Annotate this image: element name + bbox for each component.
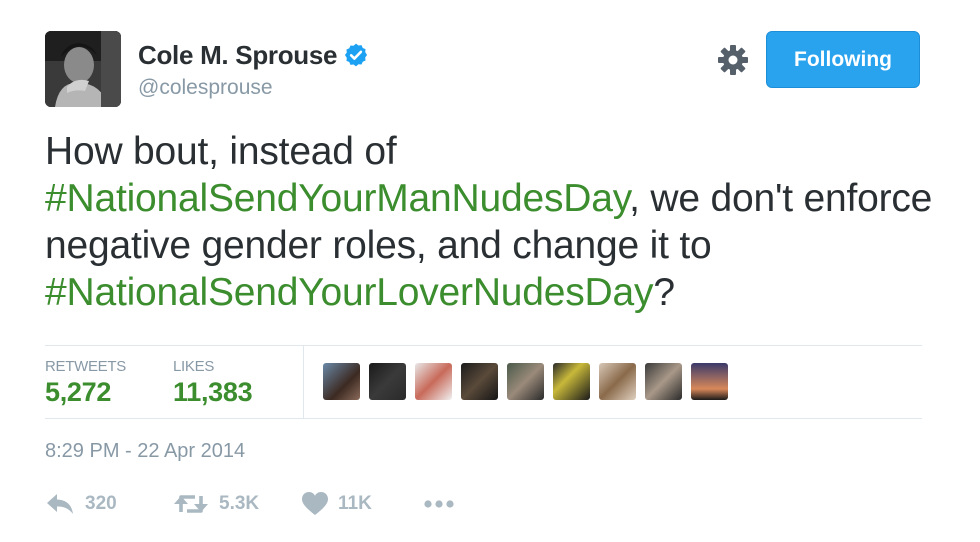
- avatar-image: [45, 31, 121, 107]
- retweet-button[interactable]: 5.3K: [173, 486, 259, 522]
- liker-avatar[interactable]: [691, 363, 728, 400]
- reply-icon: [47, 494, 73, 514]
- tweet-card: Cole M. Sprouse @colesprouse Following H…: [0, 0, 980, 542]
- like-button[interactable]: 11K: [302, 486, 372, 522]
- retweets-label: RETWEETS: [45, 358, 126, 375]
- following-button[interactable]: Following: [766, 31, 920, 88]
- like-count: 11K: [338, 493, 372, 514]
- liker-avatar[interactable]: [461, 363, 498, 400]
- liker-avatar[interactable]: [415, 363, 452, 400]
- tweet-text-part: ?: [653, 271, 675, 314]
- hashtag-link[interactable]: #NationalSendYourManNudesDay: [45, 177, 629, 220]
- reply-count: 320: [85, 493, 117, 514]
- more-icon: [424, 500, 454, 508]
- retweet-count: 5.3K: [219, 493, 260, 514]
- display-name[interactable]: Cole M. Sprouse: [138, 40, 369, 71]
- hashtag-link[interactable]: #NationalSendYourLoverNudesDay: [45, 271, 654, 314]
- divider: [45, 418, 922, 419]
- more-button[interactable]: [423, 486, 455, 522]
- retweets-count: 5,272: [45, 377, 112, 407]
- tweet-text-part: How bout, instead of: [45, 130, 397, 173]
- liker-avatar[interactable]: [507, 363, 544, 400]
- verified-badge-icon: [345, 43, 368, 67]
- liker-avatar[interactable]: [369, 363, 406, 400]
- heart-icon: [302, 492, 328, 515]
- divider: [303, 346, 304, 418]
- display-name-text: Cole M. Sprouse: [138, 40, 338, 70]
- liker-avatar[interactable]: [645, 363, 682, 400]
- liker-avatars: [323, 363, 728, 400]
- retweets-stat[interactable]: RETWEETS 5,272: [45, 358, 126, 408]
- avatar[interactable]: [45, 31, 121, 107]
- likes-label: LIKES: [173, 358, 215, 375]
- retweet-icon: [174, 495, 208, 513]
- divider: [45, 345, 922, 346]
- liker-avatar[interactable]: [553, 363, 590, 400]
- gear-icon[interactable]: [716, 43, 750, 77]
- liker-avatar[interactable]: [599, 363, 636, 400]
- reply-button[interactable]: 320: [45, 486, 117, 522]
- tweet-text: How bout, instead of #NationalSendYourMa…: [45, 128, 945, 316]
- likes-stat[interactable]: LIKES 11,383: [173, 358, 253, 408]
- liker-avatar[interactable]: [323, 363, 360, 400]
- user-handle[interactable]: @colesprouse: [138, 76, 273, 100]
- likes-count: 11,383: [173, 377, 253, 407]
- tweet-timestamp[interactable]: 8:29 PM - 22 Apr 2014: [45, 440, 245, 463]
